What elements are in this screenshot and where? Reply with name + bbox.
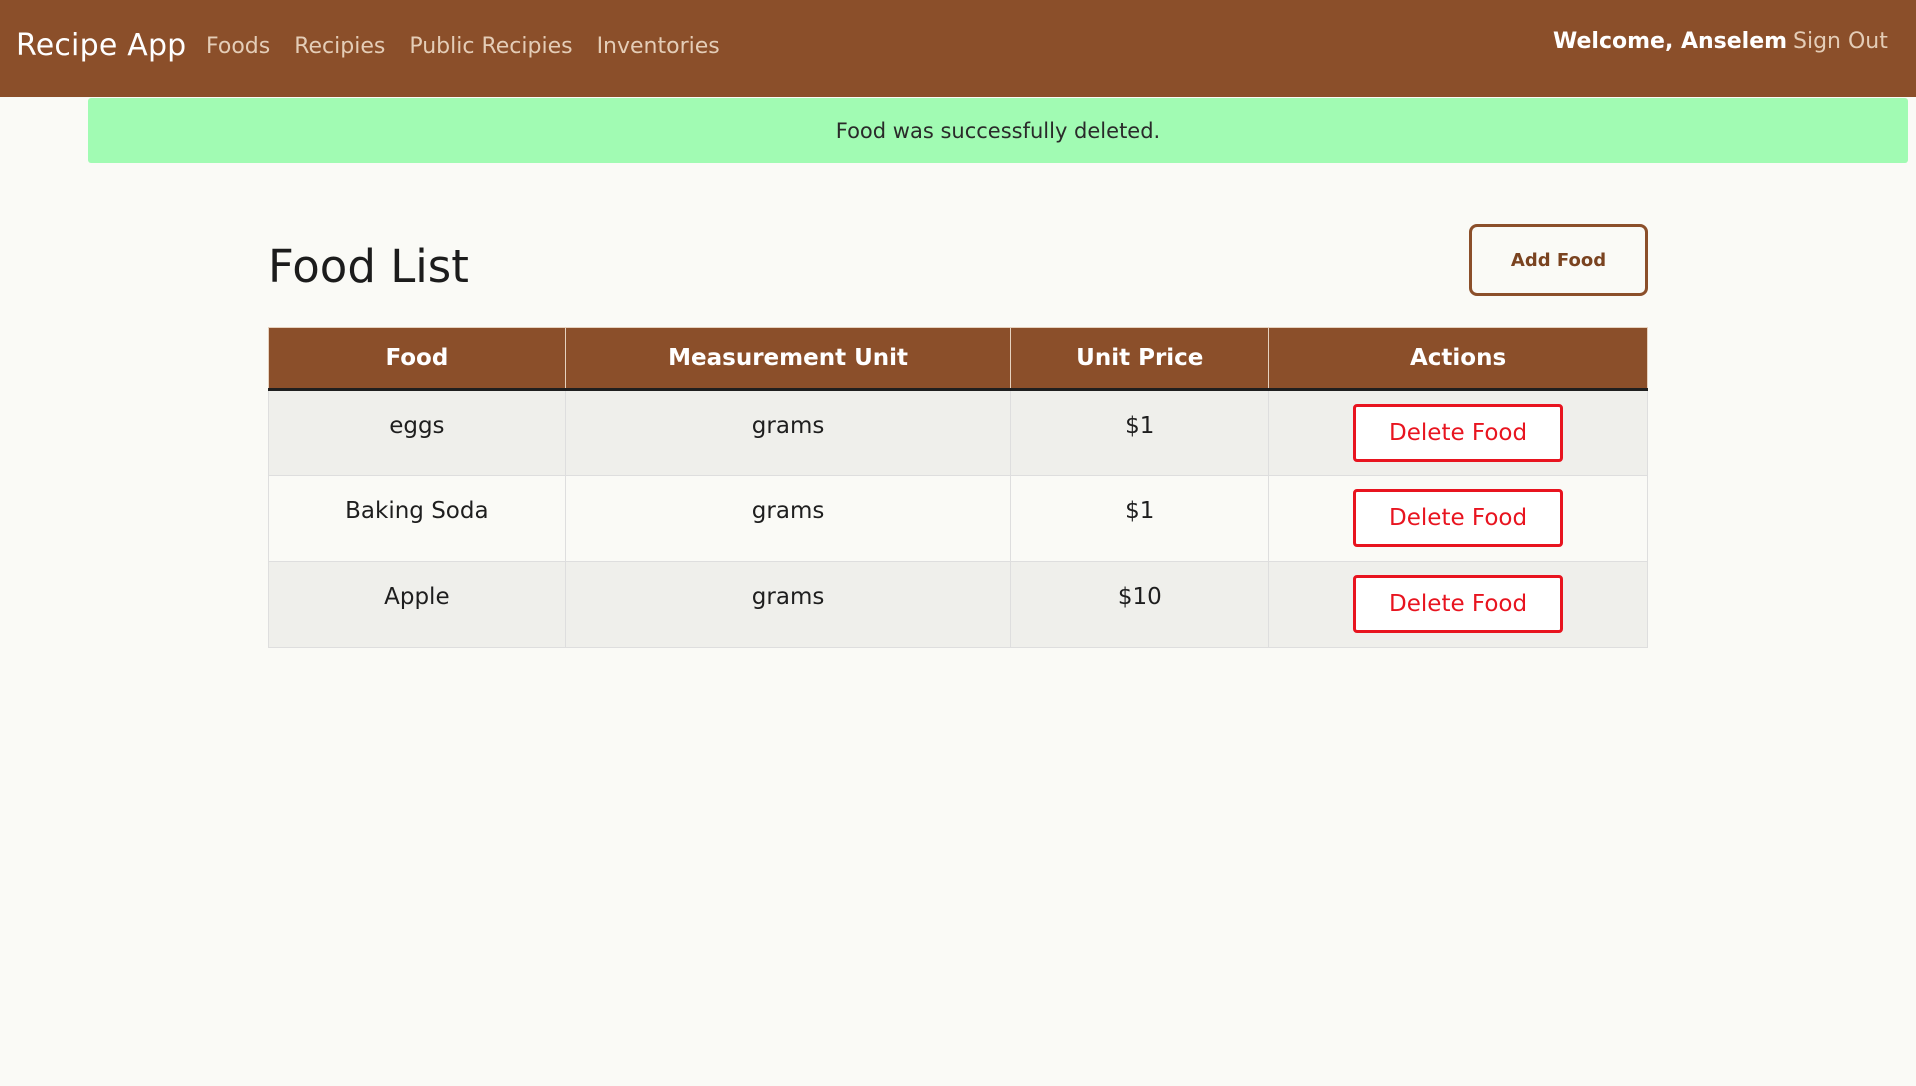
flash-notice: Food was successfully deleted.: [88, 98, 1908, 163]
actions-cell: Delete Food: [1268, 561, 1648, 648]
nav-link-recipies[interactable]: Recipies: [294, 34, 385, 59]
header-measurement-unit: Measurement Unit: [564, 327, 1012, 391]
header-unit-price: Unit Price: [1010, 327, 1270, 391]
unit-price-cell: $1: [1010, 475, 1270, 562]
table-header-row: Food Measurement Unit Unit Price Actions: [268, 327, 1648, 391]
actions-cell: Delete Food: [1268, 475, 1648, 562]
food-name-cell: eggs: [268, 389, 566, 476]
unit-price-cell: $10: [1010, 561, 1270, 648]
food-name-cell: Apple: [268, 561, 566, 648]
sign-out-link[interactable]: Sign Out: [1793, 29, 1888, 54]
nav-link-public-recipies[interactable]: Public Recipies: [409, 34, 572, 59]
measurement-unit-cell: grams: [564, 389, 1012, 476]
actions-cell: Delete Food: [1268, 389, 1648, 476]
food-name-cell: Baking Soda: [268, 475, 566, 562]
measurement-unit-cell: grams: [564, 561, 1012, 648]
measurement-unit-cell: grams: [564, 475, 1012, 562]
nav-link-foods[interactable]: Foods: [206, 34, 270, 59]
brand-link[interactable]: Recipe App: [16, 28, 186, 63]
header-actions: Actions: [1268, 327, 1648, 391]
table-row: Baking Soda grams $1 Delete Food: [268, 475, 1648, 562]
nav-links: Foods Recipies Public Recipies Inventori…: [206, 34, 744, 59]
delete-food-button[interactable]: Delete Food: [1353, 575, 1564, 633]
delete-food-button[interactable]: Delete Food: [1353, 404, 1564, 462]
page-title: Food List: [268, 240, 469, 293]
nav-link-inventories[interactable]: Inventories: [597, 34, 720, 59]
flash-message: Food was successfully deleted.: [835, 118, 1161, 143]
unit-price-cell: $1: [1010, 389, 1270, 476]
navbar: Recipe App Foods Recipies Public Recipie…: [0, 0, 1916, 97]
add-food-button[interactable]: Add Food: [1469, 224, 1648, 296]
table-row: eggs grams $1 Delete Food: [268, 389, 1648, 476]
food-table: Food Measurement Unit Unit Price Actions…: [268, 327, 1648, 648]
delete-food-button[interactable]: Delete Food: [1353, 489, 1564, 547]
header-food: Food: [268, 327, 566, 391]
table-row: Apple grams $10 Delete Food: [268, 561, 1648, 648]
welcome-text: Welcome, Anselem: [1553, 29, 1788, 54]
